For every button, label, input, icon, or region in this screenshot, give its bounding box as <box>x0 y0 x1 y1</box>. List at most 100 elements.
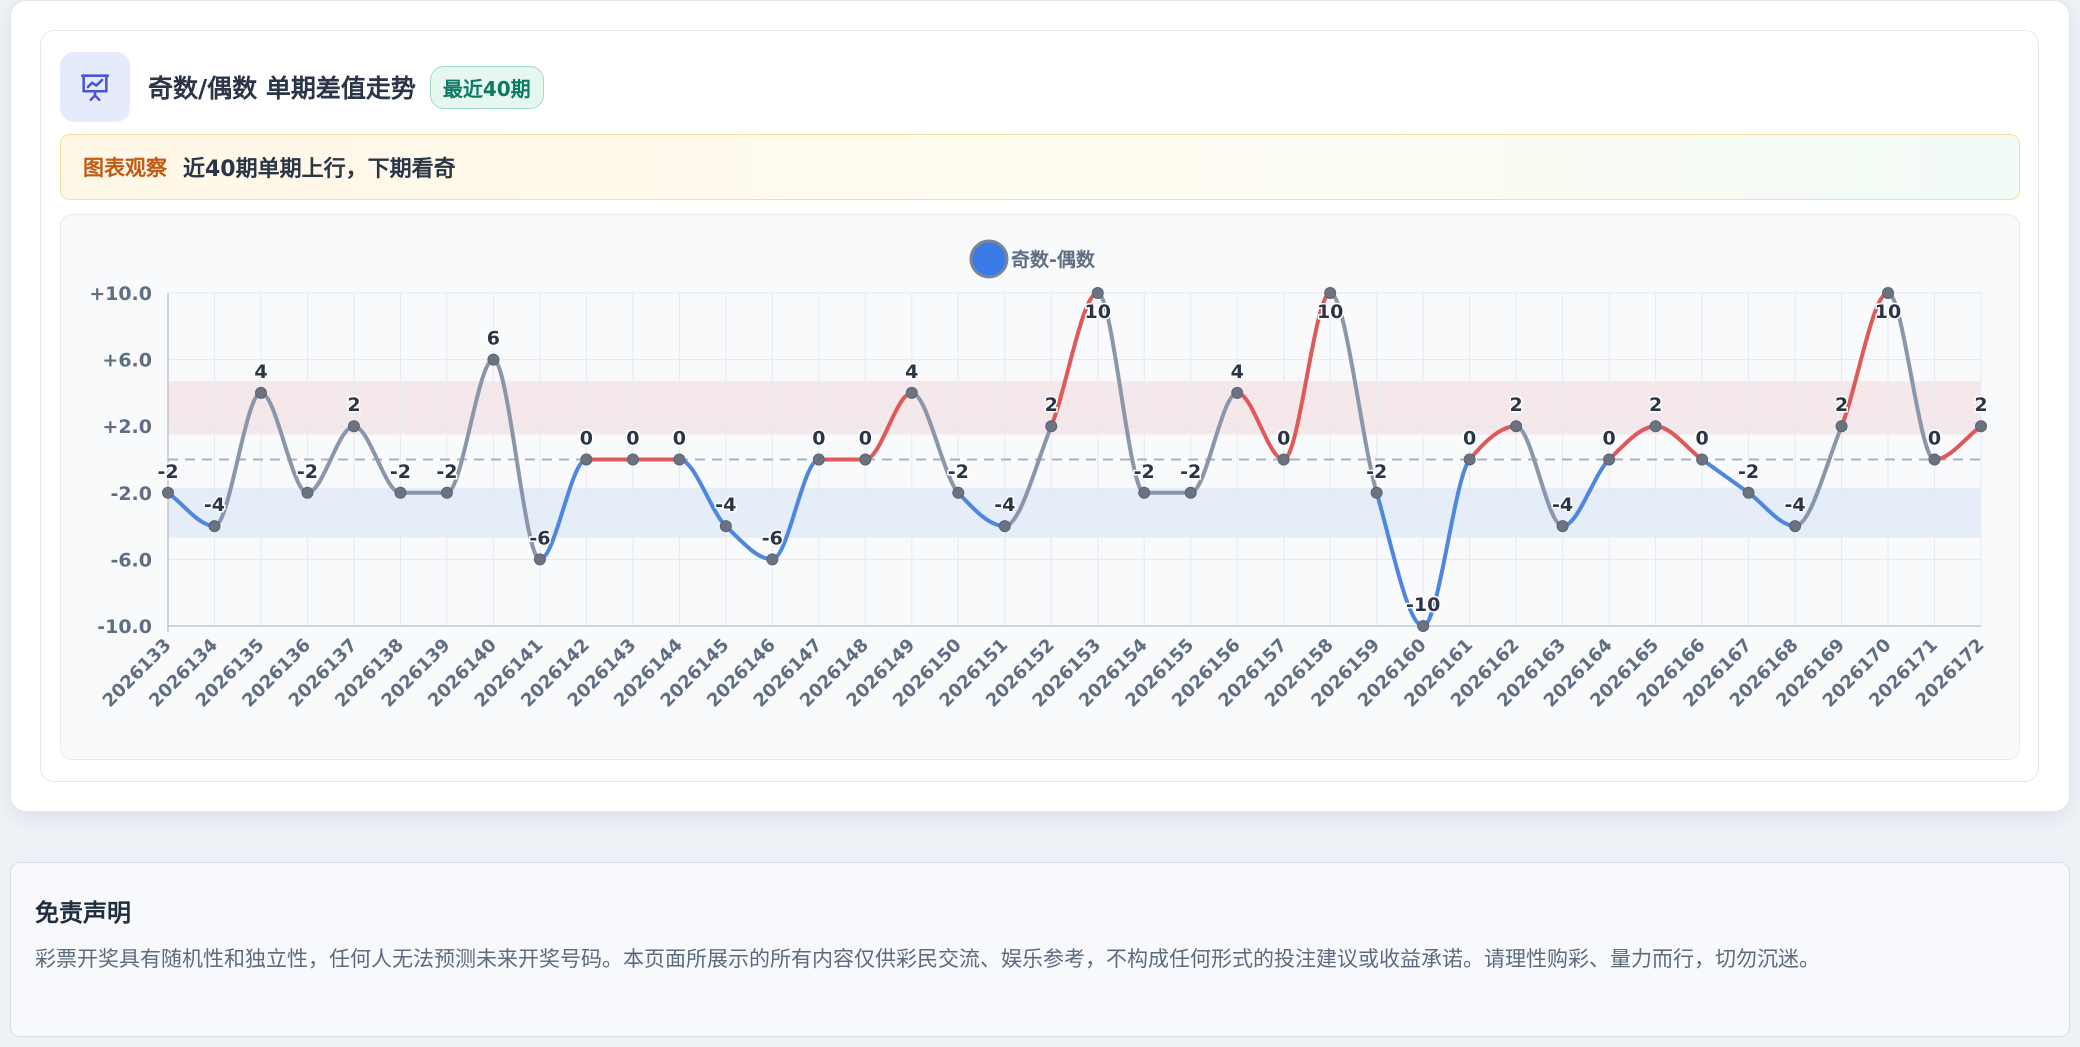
data-point <box>1742 486 1755 499</box>
data-label: -2 <box>1180 461 1201 483</box>
data-point <box>626 453 639 466</box>
data-label: 0 <box>1695 428 1708 450</box>
data-point <box>1696 453 1709 466</box>
data-point <box>998 520 1011 533</box>
data-label: 4 <box>1231 361 1244 383</box>
data-point <box>952 486 965 499</box>
data-point <box>254 386 267 399</box>
data-label: 10 <box>1317 301 1343 323</box>
disclaimer-box: 免责声明 彩票开奖具有随机性和独立性，任何人无法预测未来开奖号码。本页面所展示的… <box>10 862 2070 1037</box>
data-point <box>859 453 872 466</box>
data-label: -2 <box>436 461 457 483</box>
data-label: -6 <box>762 527 783 549</box>
y-tick-label: -10.0 <box>97 616 152 638</box>
presentation-chart-icon <box>60 52 130 122</box>
data-point <box>162 486 174 499</box>
data-label: 0 <box>1928 428 1941 450</box>
data-label: 0 <box>1602 428 1615 450</box>
data-point <box>1231 386 1244 399</box>
data-label: -2 <box>157 461 178 483</box>
data-label: -4 <box>204 494 225 516</box>
data-point <box>1324 287 1337 299</box>
y-tick-label: +6.0 <box>102 350 152 372</box>
data-label: 10 <box>1875 301 1901 323</box>
data-point <box>1603 453 1616 466</box>
data-point <box>1184 486 1197 499</box>
data-point <box>812 453 825 466</box>
data-label: -2 <box>297 461 318 483</box>
data-label: 0 <box>626 428 639 450</box>
data-label: -6 <box>529 527 550 549</box>
legend-marker <box>969 239 1009 279</box>
disclaimer-title: 免责声明 <box>35 899 131 927</box>
data-point <box>1277 453 1290 466</box>
data-point <box>1556 520 1569 533</box>
data-point <box>1835 420 1848 433</box>
data-label: 0 <box>1277 428 1290 450</box>
data-point <box>719 520 732 533</box>
insight-text: 近40期单期上行，下期看奇 <box>183 157 456 182</box>
data-point <box>1370 486 1383 499</box>
data-label: 2 <box>1510 394 1523 416</box>
data-label: 2 <box>1835 394 1848 416</box>
chart-title: 奇数/偶数 单期差值走势 <box>148 74 416 103</box>
data-point <box>1649 420 1662 433</box>
data-point <box>301 486 314 499</box>
data-point <box>533 553 546 566</box>
data-label: 0 <box>812 428 825 450</box>
data-label: -2 <box>1134 461 1155 483</box>
data-label: 2 <box>1649 394 1662 416</box>
chart-panel: +10.0 +6.0 +2.0 -2.0 -6.0 -10.0 2026133 2026134… <box>60 214 2020 760</box>
data-label: -4 <box>1784 494 1805 516</box>
insight-banner: 图表观察 近40期单期上行，下期看奇 <box>60 134 2020 200</box>
data-point <box>1091 287 1104 299</box>
y-tick-label: +2.0 <box>102 416 152 438</box>
data-point <box>440 486 453 499</box>
data-point <box>208 520 221 533</box>
insight-label: 图表观察 <box>83 156 167 180</box>
data-label: -10 <box>1406 594 1440 616</box>
data-label: -2 <box>1738 461 1759 483</box>
data-point <box>905 386 918 399</box>
data-point <box>766 553 779 566</box>
data-label: 2 <box>1045 394 1058 416</box>
data-point <box>347 420 360 433</box>
data-point <box>673 453 686 466</box>
y-tick-label: -2.0 <box>110 483 152 505</box>
data-label: -2 <box>1366 461 1387 483</box>
difference-line-chart: +10.0+6.0+2.0-2.0-6.0-10.020261332026134… <box>89 239 1989 712</box>
data-point <box>1463 453 1476 466</box>
data-point <box>1882 287 1895 299</box>
data-point <box>1928 453 1941 466</box>
data-label: 2 <box>347 394 360 416</box>
data-label: -2 <box>390 461 411 483</box>
data-label: 4 <box>905 361 918 383</box>
data-label: 6 <box>487 328 500 350</box>
period-badge: 最近40期 <box>429 65 544 109</box>
data-label: -4 <box>994 494 1015 516</box>
data-label: -4 <box>1552 494 1573 516</box>
data-label: 4 <box>254 361 267 383</box>
data-label: 0 <box>673 428 686 450</box>
y-tick-label: -6.0 <box>110 549 152 571</box>
data-label: 0 <box>580 428 593 450</box>
chart-header: 奇数/偶数 单期差值走势 最近40期 <box>60 52 544 122</box>
data-label: -2 <box>948 461 969 483</box>
y-tick-label: +10.0 <box>89 283 152 305</box>
data-label: 2 <box>1974 394 1987 416</box>
data-point <box>1417 620 1430 632</box>
data-label: 0 <box>859 428 872 450</box>
data-label: 10 <box>1085 301 1111 323</box>
data-point <box>1510 420 1523 433</box>
data-point <box>394 486 407 499</box>
data-point <box>1975 420 1987 433</box>
disclaimer-text: 彩票开奖具有随机性和独立性，任何人无法预测未来开奖号码。本页面所展示的所有内容仅… <box>35 947 1820 971</box>
legend-label: 奇数-偶数 <box>1011 248 1096 271</box>
range-band-1 <box>168 487 1981 538</box>
data-point <box>580 453 593 466</box>
data-label: -4 <box>715 494 736 516</box>
data-point <box>1045 420 1058 433</box>
data-label: 0 <box>1463 428 1476 450</box>
data-point <box>1789 520 1802 533</box>
data-point <box>487 353 500 366</box>
